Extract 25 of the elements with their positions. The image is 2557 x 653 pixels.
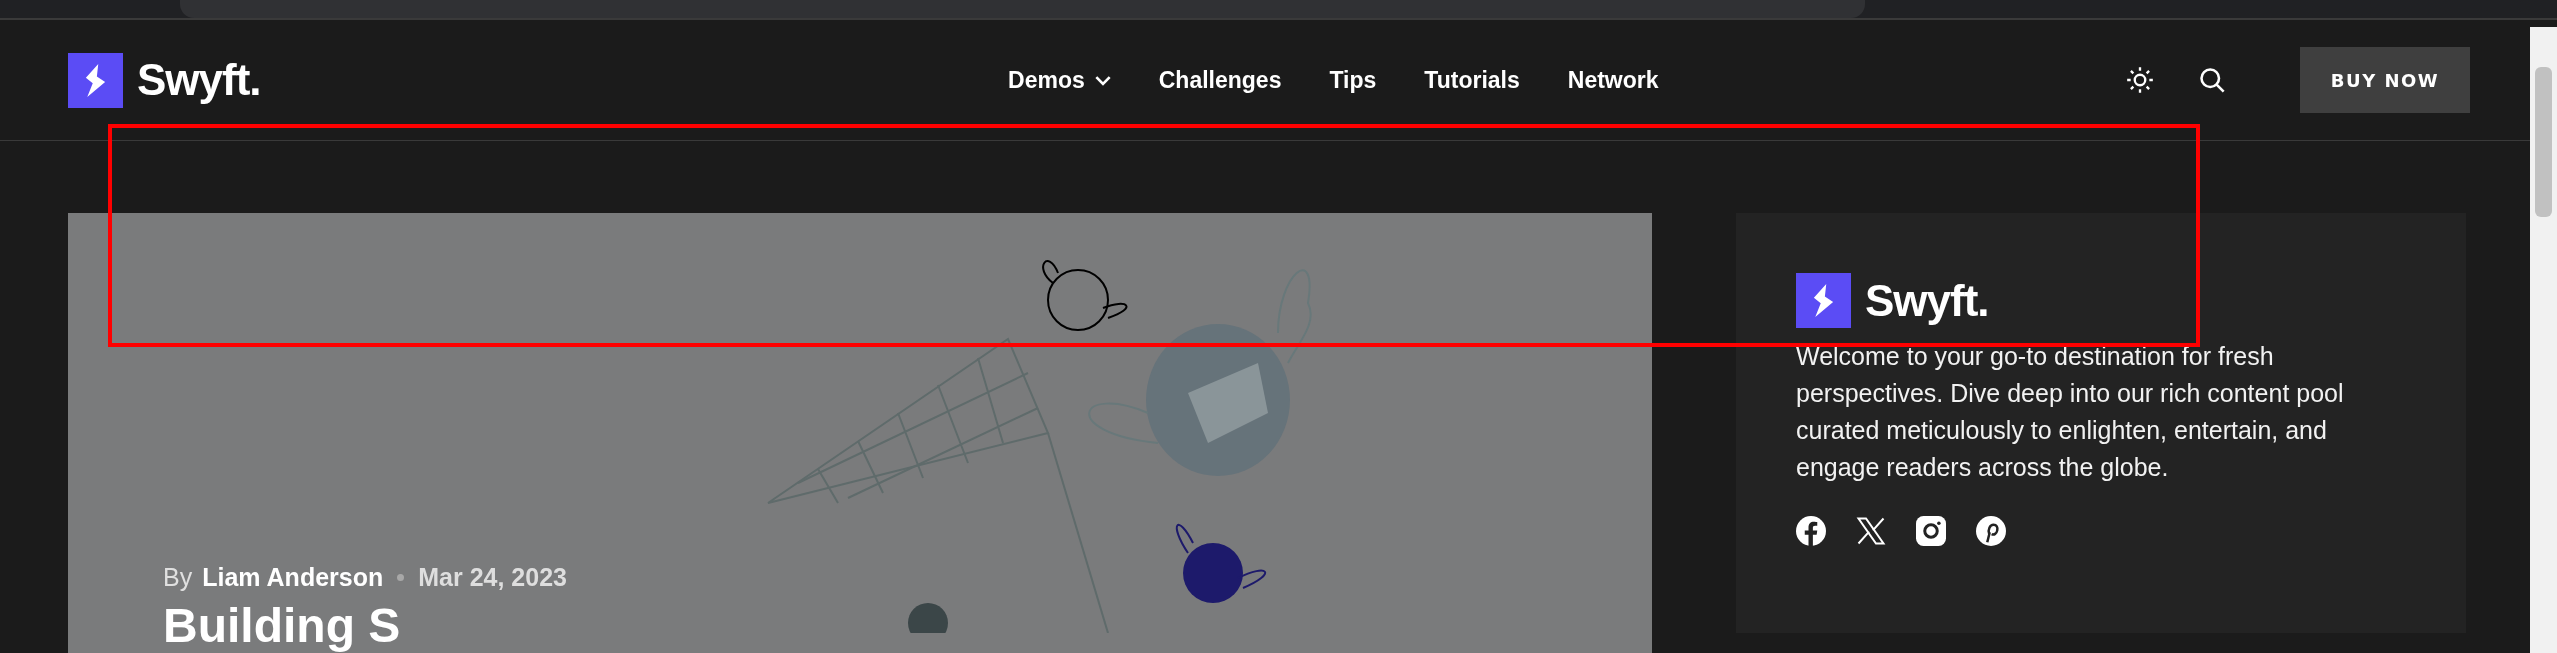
chevron-down-icon — [1094, 74, 1111, 86]
logo-icon[interactable] — [68, 52, 123, 108]
buy-now-button[interactable]: BUY NOW — [2300, 47, 2470, 113]
search-icon[interactable] — [2198, 66, 2226, 94]
byline-label: By — [163, 563, 193, 592]
logo-icon — [1796, 273, 1851, 328]
nav-link[interactable]: Challenges — [1158, 66, 1282, 94]
sun-icon[interactable] — [2126, 66, 2154, 94]
nav-link[interactable]: Tutorials — [1424, 66, 1520, 94]
nav-link[interactable]: Demos — [1008, 66, 1111, 94]
widget-logo-text: Swyft. — [1865, 275, 1989, 326]
pinterest-icon[interactable] — [1976, 516, 2006, 546]
featured-post-card[interactable]: By Liam Anderson Mar 24, 2023 Building S — [68, 213, 1652, 653]
post-title[interactable]: Building S — [163, 600, 567, 653]
about-paragraph: Welcome to your go-to destination for fresh perspectives. Dive deep into our rich content pool curated meticulously to enlighten, entertain, and engage readers across the globe. — [1796, 341, 2345, 483]
post-date: Mar 24, 2023 — [418, 563, 567, 592]
separator-dot — [397, 574, 405, 581]
site-logo-text[interactable]: Swyft. — [137, 55, 261, 105]
nav-link[interactable]: Network — [1567, 66, 1659, 94]
scrollbar[interactable] — [2530, 27, 2557, 653]
nav-link[interactable]: Tips — [1329, 66, 1377, 94]
x-logo-icon[interactable] — [1856, 516, 1886, 546]
facebook-icon[interactable] — [1796, 516, 1826, 546]
instagram-icon[interactable] — [1916, 516, 1946, 546]
author-link[interactable]: Liam Anderson — [202, 563, 384, 592]
